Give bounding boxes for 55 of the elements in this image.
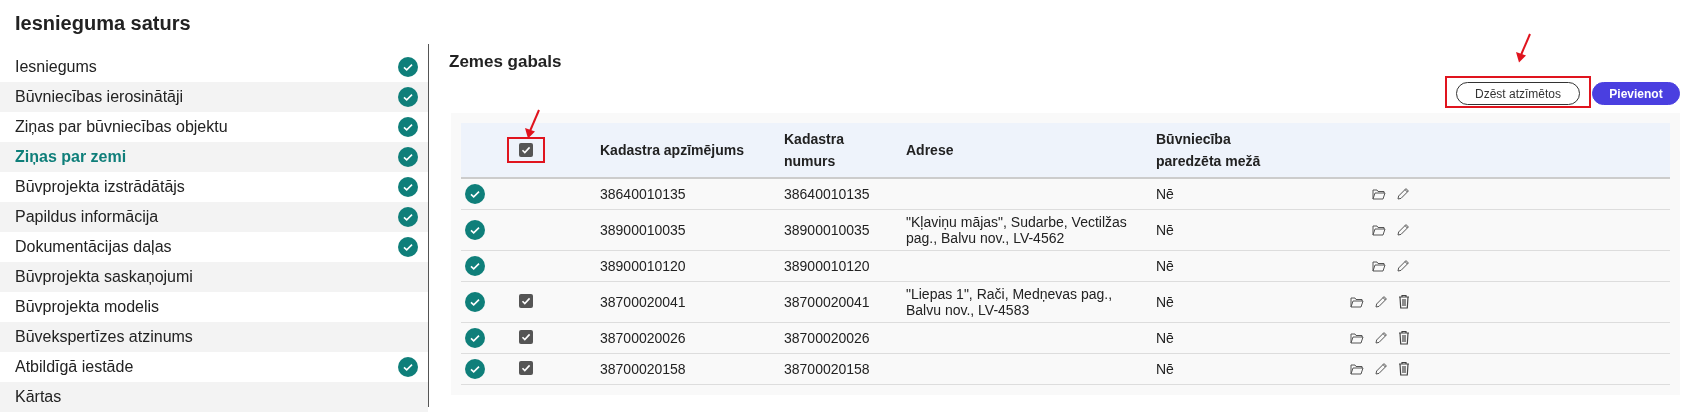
trash-icon[interactable] xyxy=(1398,330,1410,345)
checkbox[interactable] xyxy=(519,330,533,344)
pencil-icon[interactable] xyxy=(1374,330,1388,345)
folder-icon[interactable] xyxy=(1372,223,1386,236)
table-cell: "Kļaviņu mājas", Sudarbe, Vectilžas pag., Balvu nov., LV-4562 xyxy=(906,213,1127,246)
folder-icon[interactable] xyxy=(1372,187,1386,200)
table-cell: Nē xyxy=(1156,360,1174,377)
table-cell: "Liepas 1", Rači, Medņevas pag., Balvu nov., LV-4583 xyxy=(906,285,1113,318)
table-cell: Nē xyxy=(1156,329,1174,346)
pencil-icon[interactable] xyxy=(1374,361,1388,376)
checkbox[interactable] xyxy=(519,361,533,375)
folder-icon[interactable] xyxy=(1350,295,1364,308)
table-cell: 38900010035 xyxy=(784,221,870,238)
sidebar-item[interactable]: Būvprojekta saskaņojumi xyxy=(0,262,428,292)
table-cell: Nē xyxy=(1156,293,1174,310)
table-cell: 38640010135 xyxy=(600,185,686,202)
folder-icon[interactable] xyxy=(1350,362,1364,375)
pencil-icon[interactable] xyxy=(1396,222,1410,237)
column-header: Kadastra numurs xyxy=(784,130,845,171)
table-cell: 38900010120 xyxy=(600,257,686,274)
table-cell: 38900010035 xyxy=(600,221,686,238)
column-header: Būvniecība paredzēta mežā xyxy=(1156,130,1262,171)
sidebar-item[interactable]: Ziņas par zemi xyxy=(0,142,428,172)
sidebar-item[interactable]: Būvekspertīzes atzinums xyxy=(0,322,428,352)
delete-selected-button[interactable]: Dzēst atzīmētos xyxy=(1456,82,1580,105)
annotation-arrow xyxy=(525,108,541,139)
column-header: Adrese xyxy=(906,141,954,160)
table-cell: Nē xyxy=(1156,257,1174,274)
table-cell: 38700020158 xyxy=(784,360,870,377)
table-cell: 38700020026 xyxy=(600,329,686,346)
checkbox[interactable] xyxy=(519,294,533,308)
table-cell: 38900010120 xyxy=(784,257,870,274)
folder-icon[interactable] xyxy=(1350,331,1364,344)
sidebar-item[interactable]: Papildus informācija xyxy=(0,202,428,232)
sidebar-item[interactable]: Būvniecības ierosinātāji xyxy=(0,82,428,112)
table-cell: Nē xyxy=(1156,185,1174,202)
table-cell: 38700020158 xyxy=(600,360,686,377)
section-title: Zemes gabals xyxy=(449,51,562,73)
folder-icon[interactable] xyxy=(1372,259,1386,272)
pencil-icon[interactable] xyxy=(1396,186,1410,201)
sidebar-item[interactable]: Kārtas xyxy=(0,382,428,412)
column-header: Kadastra apzīmējums xyxy=(600,141,744,160)
table-cell: 38700020041 xyxy=(784,293,870,310)
trash-icon[interactable] xyxy=(1398,361,1410,376)
table-cell: 38700020041 xyxy=(600,293,686,310)
checkbox[interactable] xyxy=(519,142,533,157)
table-cell: 38700020026 xyxy=(784,329,870,346)
add-button[interactable]: Pievienot xyxy=(1592,82,1680,105)
table-cell: Nē xyxy=(1156,221,1174,238)
table-cell: 38640010135 xyxy=(784,185,870,202)
trash-icon[interactable] xyxy=(1398,294,1410,309)
page-title: Iesnieguma saturs xyxy=(15,11,191,36)
pencil-icon[interactable] xyxy=(1374,294,1388,309)
pencil-icon[interactable] xyxy=(1396,258,1410,273)
annotation-arrow xyxy=(1516,32,1532,63)
